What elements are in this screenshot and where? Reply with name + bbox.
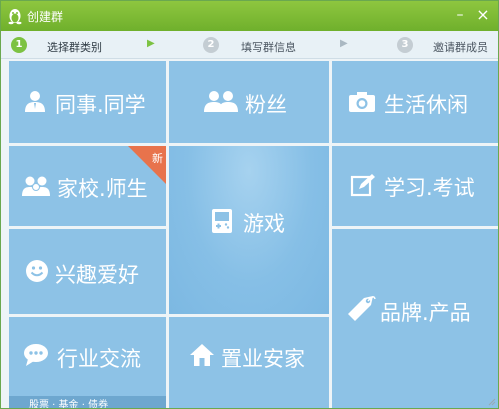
house-icon	[190, 344, 214, 366]
category-study-tile[interactable]: 学习.考试	[332, 146, 498, 226]
category-game-tile[interactable]: 游戏	[169, 146, 329, 314]
category-hobby-tile[interactable]: 兴趣爱好	[9, 229, 166, 314]
category-life-label: 生活休闲	[384, 93, 468, 117]
create-group-window: 创建群 – × 1 选择群类别 ▶ 2 填写群信息 ▶ 3 邀请群成员 同事.同…	[0, 0, 499, 409]
step-2-number: 2	[203, 37, 219, 53]
category-fans-tile[interactable]: 粉丝	[169, 61, 329, 143]
window-title: 创建群	[27, 10, 64, 24]
step-arrow-1: ▶	[147, 38, 155, 49]
step-3-number: 3	[397, 37, 413, 53]
category-estate-tile[interactable]: 置业安家	[169, 317, 329, 408]
gamepad-icon	[212, 209, 232, 233]
resize-grip-icon[interactable]	[486, 396, 496, 406]
tag-icon	[348, 296, 376, 321]
subcategory-strip: 股票 · 基金 · 债券	[9, 396, 166, 409]
step-arrow-2: ▶	[340, 38, 348, 49]
close-button[interactable]: ×	[473, 5, 493, 25]
step-3-label: 邀请群成员	[433, 41, 488, 54]
category-grid: 同事.同学 家校.师生 新 兴趣爱好 行业交流 股票 · 基金 · 债券 粉丝 …	[9, 61, 498, 409]
category-brand-tile[interactable]: 品牌.产品	[332, 229, 498, 408]
chat-icon	[24, 344, 48, 366]
category-fans-label: 粉丝	[245, 93, 287, 117]
category-industry-label: 行业交流	[57, 347, 141, 371]
title-bar[interactable]: 创建群 – ×	[1, 1, 498, 31]
smiley-icon	[26, 260, 48, 282]
pencil-icon	[350, 174, 375, 197]
category-estate-label: 置业安家	[221, 347, 305, 371]
qq-penguin-icon	[8, 9, 22, 25]
people-icon	[25, 91, 45, 112]
category-hobby-label: 兴趣爱好	[55, 263, 139, 287]
category-game-label: 游戏	[243, 212, 285, 236]
step-indicator: 1 选择群类别 ▶ 2 填写群信息 ▶ 3 邀请群成员	[1, 31, 498, 59]
category-brand-label: 品牌.产品	[380, 301, 471, 325]
new-badge-text: 新	[152, 152, 163, 165]
group-icon	[204, 91, 238, 112]
category-colleague-label: 同事.同学	[55, 93, 146, 117]
category-colleague-tile[interactable]: 同事.同学	[9, 61, 166, 143]
family-icon	[22, 176, 50, 196]
camera-icon	[349, 92, 375, 112]
category-industry-tile[interactable]: 行业交流 股票 · 基金 · 债券	[9, 317, 166, 409]
step-2-label: 填写群信息	[241, 41, 296, 54]
step-1-label: 选择群类别	[47, 41, 102, 54]
category-school-tile[interactable]: 家校.师生 新	[9, 146, 166, 226]
minimize-button[interactable]: –	[450, 5, 470, 25]
category-life-tile[interactable]: 生活休闲	[332, 61, 498, 143]
category-study-label: 学习.考试	[384, 176, 475, 200]
subcategory-text: 股票 · 基金 · 债券	[29, 400, 109, 409]
step-1-number: 1	[11, 37, 27, 53]
